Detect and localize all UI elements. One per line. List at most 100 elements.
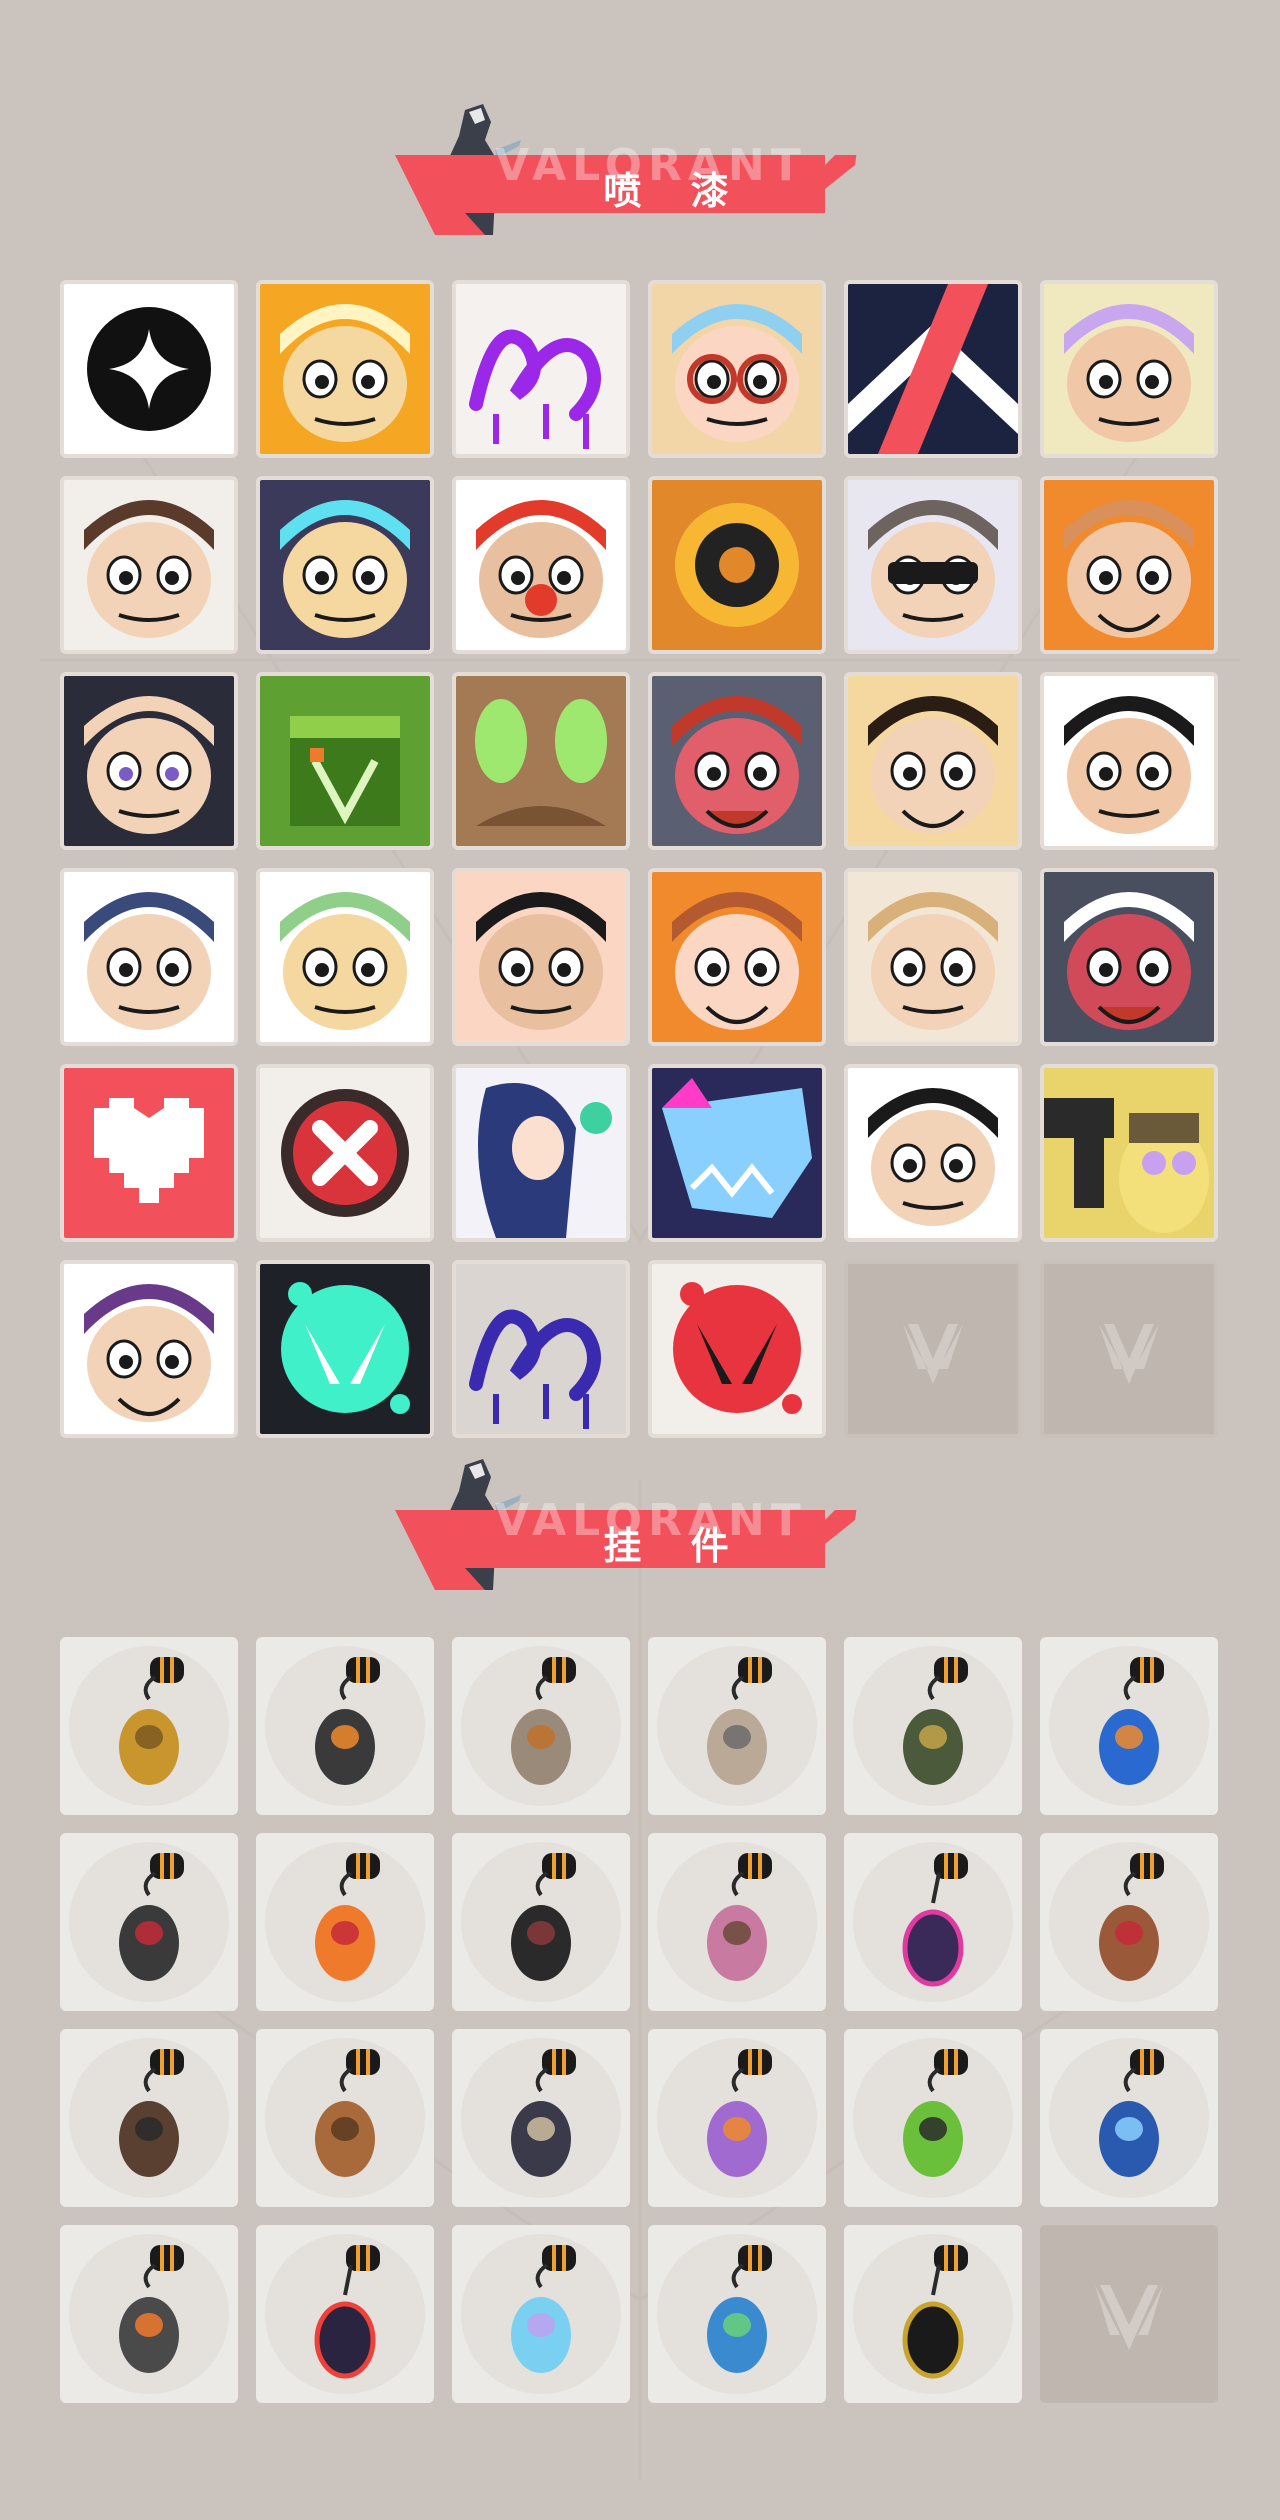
spray-frog-butterfly[interactable] [256, 868, 434, 1046]
spray-black-star-badge-icon [64, 284, 234, 454]
spray-black-star-badge[interactable] [60, 280, 238, 458]
spray-screaming-blob-icon [1044, 872, 1214, 1042]
buddy-dark-rope-loop-icon [461, 1842, 621, 2002]
buddy-chainsaw-blade[interactable] [60, 1833, 238, 2011]
spray-meh-face-icon [456, 872, 626, 1042]
buddy-ep9-medal-purple[interactable] [844, 1833, 1022, 2011]
buddy-orange-guitar-pick[interactable] [256, 1833, 434, 2011]
spray-purple-graffiti-icon [456, 284, 626, 454]
spray-pouty-girl-icon [848, 1068, 1018, 1238]
buddy-golden-cat-icon [69, 1646, 229, 1806]
buddy-fry-basket[interactable] [452, 1637, 630, 1815]
buddy-jellyfish[interactable] [452, 2225, 630, 2403]
spray-blue-shark[interactable] [648, 1064, 826, 1242]
spray-pixel-heart[interactable] [60, 1064, 238, 1242]
spray-penguin-beanie-icon [64, 872, 234, 1042]
spray-clown[interactable] [452, 476, 630, 654]
spray-bandaged-boy-icon [64, 676, 234, 846]
spray-empty-slot [1040, 1260, 1218, 1438]
spray-robot-helmet-icon [260, 480, 430, 650]
buddy-lava-lamp-icon [657, 2038, 817, 2198]
buddy-valorant-pendant[interactable] [844, 2225, 1022, 2403]
spray-tiger-laugh[interactable] [844, 672, 1022, 850]
buddy-lava-lamp[interactable] [648, 2029, 826, 2207]
spray-red-valorant-splat[interactable] [648, 1260, 826, 1438]
spray-pixel-agent[interactable] [60, 476, 238, 654]
spray-red-valorant-splat-icon [652, 1264, 822, 1434]
buddy-green-pager[interactable] [844, 2029, 1022, 2207]
spray-anime-heroine-icon [456, 1068, 626, 1238]
spray-valorant-splat-teal-icon [260, 1264, 430, 1434]
spray-bandaged-boy[interactable] [60, 672, 238, 850]
spray-valorant-splat-teal[interactable] [256, 1260, 434, 1438]
spray-laughing-agent[interactable] [648, 868, 826, 1046]
buddy-radio-gadget[interactable] [60, 2225, 238, 2403]
spray-orange-dial[interactable] [648, 476, 826, 654]
buddy-radio-gadget-icon [69, 2234, 229, 2394]
spray-golden-mask[interactable] [256, 280, 434, 458]
buddy-empty-slot-icon [1040, 2225, 1218, 2403]
buddy-valorant-pendant-icon [853, 2234, 1013, 2394]
buddy-jellyfish-icon [461, 2234, 621, 2394]
buddy-blue-robot[interactable] [1040, 2029, 1218, 2207]
spray-screaming-blob[interactable] [1040, 868, 1218, 1046]
spray-drippy-tag[interactable] [452, 1260, 630, 1438]
section-banner-buddies: VALORANT 挂 件 [395, 1455, 865, 1590]
buddy-ufo-icon [657, 2234, 817, 2394]
buddy-empty-slot [1040, 2225, 1218, 2403]
spray-tiger-laugh-icon [848, 676, 1018, 846]
spray-chevron-logo-icon [848, 284, 1018, 454]
buddy-drone-bot-icon [265, 1646, 425, 1806]
buddy-ep9-medal-dark-icon [265, 2234, 425, 2394]
spray-purple-grin[interactable] [60, 1260, 238, 1438]
buddy-mech-figure[interactable] [452, 2029, 630, 2207]
spray-goggles-old-man[interactable] [648, 280, 826, 458]
buddy-fry-basket-icon [461, 1646, 621, 1806]
spray-green-crate[interactable] [256, 672, 434, 850]
buddy-drone-bot[interactable] [256, 1637, 434, 1815]
buddy-ep9-medal-dark[interactable] [256, 2225, 434, 2403]
buddy-ep9-medal-purple-icon [853, 1842, 1013, 2002]
buddy-astronaut-cat-icon [657, 1646, 817, 1806]
buddy-green-pager-icon [853, 2038, 1013, 2198]
spray-purple-grin-icon [64, 1264, 234, 1434]
spray-crying-blob-icon [652, 676, 822, 846]
spray-bearded-grin[interactable] [1040, 476, 1218, 654]
buddy-blue-canister-icon [1049, 1646, 1209, 1806]
spray-crying-blob[interactable] [648, 672, 826, 850]
spray-raccoon-sunglasses[interactable] [844, 476, 1022, 654]
buddy-brown-teddy[interactable] [1040, 1833, 1218, 2011]
buddy-golden-cat[interactable] [60, 1637, 238, 1815]
spray-meh-face[interactable] [452, 868, 630, 1046]
spray-penguin-beanie[interactable] [60, 868, 238, 1046]
spray-scheming-girl[interactable] [1040, 672, 1218, 850]
spray-pouty-girl[interactable] [844, 1064, 1022, 1242]
spray-winking-blond[interactable] [844, 868, 1022, 1046]
spray-green-crate-icon [260, 676, 430, 846]
buddy-green-satchel-icon [853, 1646, 1013, 1806]
spray-empty-slot-icon [848, 1264, 1018, 1434]
buddy-astronaut-cat[interactable] [648, 1637, 826, 1815]
spray-pistol-banana[interactable] [1040, 1064, 1218, 1242]
spray-anime-heroine[interactable] [452, 1064, 630, 1242]
buddy-dark-rope-loop[interactable] [452, 1833, 630, 2011]
buddy-orange-guitar-pick-icon [265, 1842, 425, 2002]
spray-chevron-logo[interactable] [844, 280, 1022, 458]
spray-brown-bunny-eyes[interactable] [452, 672, 630, 850]
buddy-holster-gun[interactable] [60, 2029, 238, 2207]
buddy-cupcake[interactable] [648, 1833, 826, 2011]
spray-orange-dial-icon [652, 480, 822, 650]
spray-raccoon-sunglasses-icon [848, 480, 1018, 650]
buddy-green-satchel[interactable] [844, 1637, 1022, 1815]
buddy-blue-canister[interactable] [1040, 1637, 1218, 1815]
spray-pixel-heart-icon [64, 1068, 234, 1238]
buddy-mech-figure-icon [461, 2038, 621, 2198]
spray-red-x-button[interactable] [256, 1064, 434, 1242]
spray-bearded-grin-icon [1044, 480, 1214, 650]
spray-cat-snack[interactable] [1040, 280, 1218, 458]
spray-purple-graffiti[interactable] [452, 280, 630, 458]
buddy-cardboard-box[interactable] [256, 2029, 434, 2207]
buddy-ufo[interactable] [648, 2225, 826, 2403]
spray-robot-helmet[interactable] [256, 476, 434, 654]
spray-red-x-button-icon [260, 1068, 430, 1238]
